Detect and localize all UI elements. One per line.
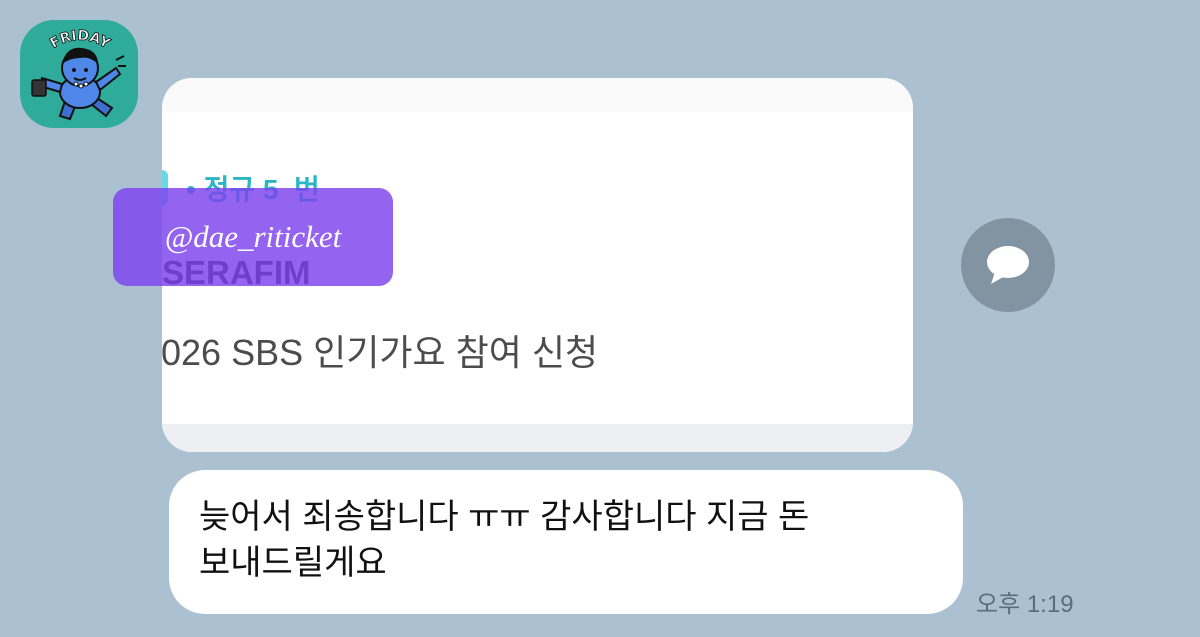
event-title: 026 SBS 인기가요 참여 신청: [162, 332, 599, 373]
message-line-2: 보내드릴게요: [199, 544, 387, 582]
watermark-label: @dae_riticket: [113, 188, 393, 286]
speech-bubble-icon: [987, 246, 1029, 284]
image-top-strip: [162, 78, 913, 112]
sender-avatar[interactable]: FRIDAY: [20, 20, 138, 128]
message-timestamp: 오후 1:19: [976, 591, 1074, 618]
share-button[interactable]: [961, 218, 1055, 312]
friday-sticker-text: FRIDAY: [47, 27, 113, 53]
message-line-1: 늦어서 죄송합니다 ㅠㅠ 감사합니다 지금 돈: [199, 498, 810, 536]
image-bottom-strip: [162, 424, 913, 452]
svg-text:FRIDAY: FRIDAY: [47, 28, 113, 53]
text-message-bubble[interactable]: 늦어서 죄송합니다 ㅠㅠ 감사합니다 지금 돈 보내드릴게요: [169, 470, 963, 614]
watermark-text: @dae_riticket: [164, 219, 342, 254]
